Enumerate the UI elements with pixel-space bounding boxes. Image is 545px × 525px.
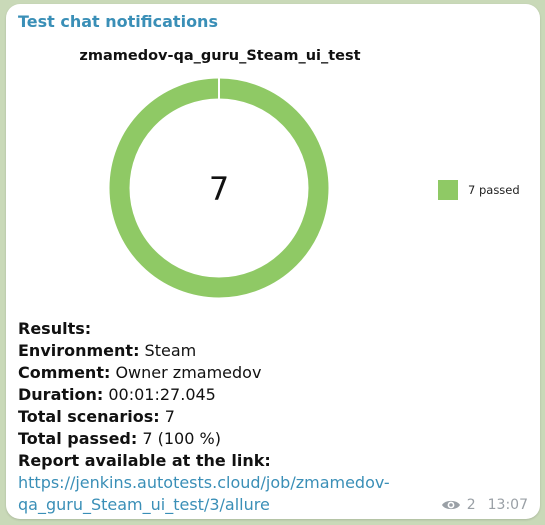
message-meta: 2 13:07 (441, 497, 528, 513)
views-count: 2 (466, 497, 476, 513)
results-heading: Results: (18, 319, 92, 338)
donut-center-value: 7 (209, 170, 229, 208)
total-scenarios-line: Total scenarios: 7 (18, 407, 175, 426)
report-link[interactable]: https://jenkins.autotests.cloud/job/zmam… (18, 473, 390, 514)
donut-chart: 7 (109, 78, 329, 298)
total-passed-line: Total passed: 7 (100 %) (18, 429, 221, 448)
report-label: Report available at the link: (18, 451, 271, 470)
chart-legend: 7 passed (438, 180, 520, 200)
legend-label-passed: 7 passed (468, 183, 520, 197)
comment-line: Comment: Owner zmamedov (18, 363, 262, 382)
results-block: Results: Environment: Steam Comment: Own… (18, 318, 518, 516)
legend-swatch-passed (438, 180, 458, 200)
message-bubble: Test chat notifications zmamedov-qa_guru… (6, 4, 540, 519)
environment-line: Environment: Steam (18, 341, 197, 360)
message-time: 13:07 (487, 497, 528, 513)
eye-icon (441, 500, 460, 510)
duration-line: Duration: 00:01:27.045 (18, 385, 216, 404)
